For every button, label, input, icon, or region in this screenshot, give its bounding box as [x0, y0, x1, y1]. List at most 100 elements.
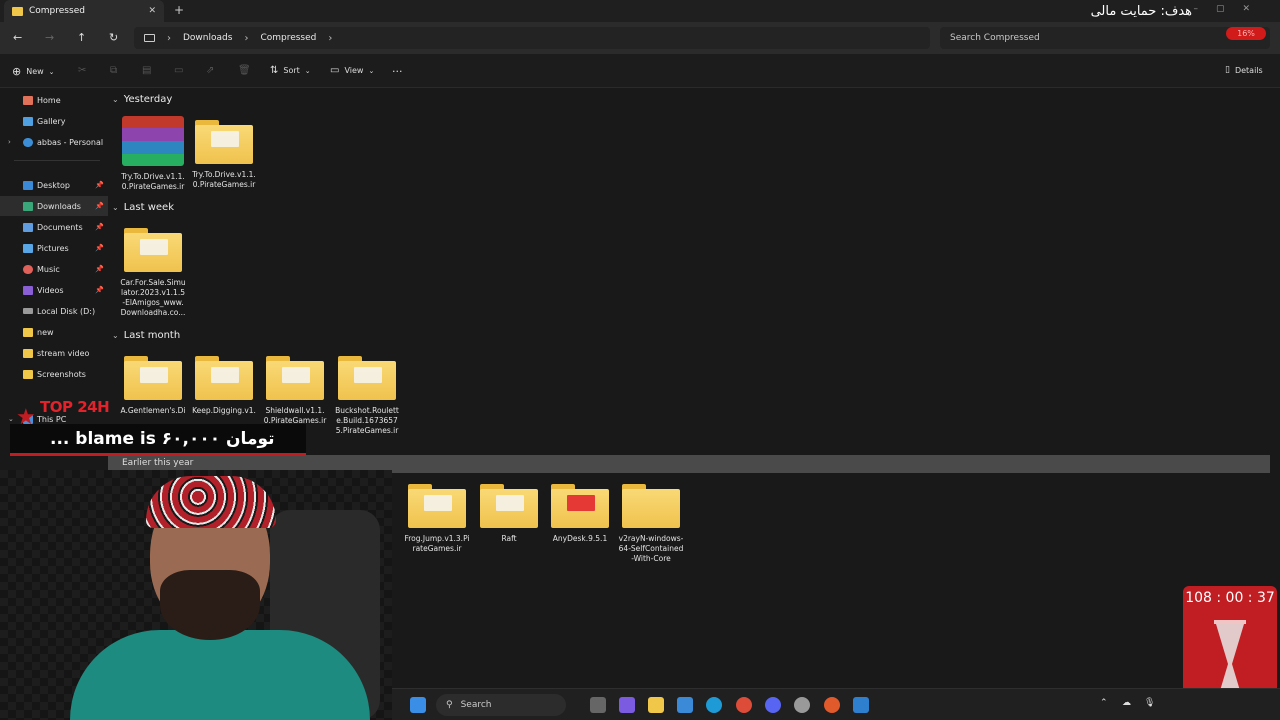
file-item[interactable]: Try.To.Drive.v1.1.0.PirateGames.ir	[120, 116, 186, 192]
up-arrow-icon[interactable]: ↑	[77, 31, 86, 44]
app-icon[interactable]	[824, 697, 840, 713]
edge-icon[interactable]	[706, 697, 722, 713]
folder-item[interactable]: Car.For.Sale.Simulator.2023.v1.1.5-ElAmi…	[120, 228, 186, 318]
folder-item[interactable]: Frog.Jump.v1.3.PirateGames.ir	[404, 484, 470, 554]
sidebar-item-pictures[interactable]: Pictures 📌	[0, 238, 108, 258]
sort-button-label: Sort	[283, 66, 300, 75]
sidebar-item-videos[interactable]: Videos 📌	[0, 280, 108, 300]
discord-icon[interactable]	[765, 697, 781, 713]
more-options-button[interactable]: ···	[392, 65, 403, 78]
tab-title: Compressed	[29, 6, 85, 16]
drive-icon	[23, 308, 33, 314]
gallery-icon	[23, 116, 33, 126]
sidebar-item-music[interactable]: Music 📌	[0, 259, 108, 279]
chevron-right-icon[interactable]: ›	[8, 138, 11, 146]
steam-icon[interactable]	[794, 697, 810, 713]
breadcrumb-compressed[interactable]: Compressed	[260, 33, 316, 43]
cloud-icon	[23, 137, 33, 147]
share-icon[interactable]: ⇗	[206, 65, 214, 76]
details-button-label: Details	[1234, 65, 1263, 75]
refresh-icon[interactable]: ↻	[109, 31, 118, 44]
folder-name: v2rayN-windows-64-SelfContained-With-Cor…	[618, 534, 684, 563]
folder-item[interactable]: A.Gentlemen's.Di	[120, 356, 186, 416]
window-controls[interactable]: –▢✕	[1193, 4, 1268, 14]
details-button[interactable]: ▯ Details	[1225, 65, 1263, 75]
chrome-icon[interactable]	[736, 697, 752, 713]
back-arrow-icon[interactable]: ←	[13, 31, 22, 44]
title-bar: Compressed ✕ + هدف: حمایت مالی –▢✕	[0, 0, 1280, 22]
folder-item[interactable]: Keep.Digging.v1.	[191, 356, 257, 416]
sidebar-item-label: Documents	[37, 222, 83, 232]
desktop-icon	[23, 180, 33, 190]
sidebar-item-screenshots[interactable]: Screenshots	[0, 364, 108, 384]
store-icon[interactable]	[677, 697, 693, 713]
breadcrumb-downloads[interactable]: Downloads	[183, 33, 232, 43]
copy-icon[interactable]: ⧉	[110, 65, 117, 76]
sidebar-item-label: Gallery	[37, 116, 66, 126]
sidebar-item-documents[interactable]: Documents 📌	[0, 217, 108, 237]
search-input[interactable]: Search Compressed	[940, 27, 1270, 49]
chevron-down-icon: ⌄	[112, 95, 119, 104]
folder-item[interactable]: v2rayN-windows-64-SelfContained-With-Cor…	[618, 484, 684, 564]
sidebar-item-desktop[interactable]: Desktop 📌	[0, 175, 108, 195]
forward-arrow-icon[interactable]: →	[45, 31, 54, 44]
chevron-up-icon[interactable]: ⌃	[1100, 698, 1108, 708]
folder-item[interactable]: Shieldwall.v1.1.0.PirateGames.ir	[262, 356, 328, 426]
monitor-icon	[144, 34, 155, 42]
folder-icon	[195, 356, 253, 400]
onedrive-icon[interactable]: ☁	[1122, 698, 1131, 708]
sidebar-item-label: new	[37, 327, 54, 337]
rename-icon[interactable]: ▭	[174, 65, 183, 76]
paste-icon[interactable]: ▤	[142, 65, 151, 76]
sidebar-item-label: stream video	[37, 348, 90, 358]
copilot-icon[interactable]	[619, 697, 635, 713]
winrar-archive-icon	[122, 116, 184, 166]
delete-icon[interactable]: 🗑	[238, 65, 251, 76]
sidebar-item-downloads[interactable]: Downloads 📌	[0, 196, 108, 216]
task-view-icon[interactable]	[590, 697, 606, 713]
folder-item[interactable]: Raft	[476, 484, 542, 544]
folder-icon	[195, 120, 253, 164]
streamer-bandana	[146, 476, 276, 528]
microphone-icon[interactable]: 🎙	[1144, 698, 1155, 708]
new-button[interactable]: ⊕ New ⌄	[12, 65, 55, 78]
group-title: Earlier this year	[122, 458, 194, 468]
group-title: Last month	[123, 330, 181, 341]
new-tab-button[interactable]: +	[174, 3, 184, 17]
app-icon[interactable]	[853, 697, 869, 713]
folder-icon	[408, 484, 466, 528]
chevron-down-icon: ⌄	[368, 66, 375, 75]
sidebar-item-local-disk[interactable]: Local Disk (D:)	[0, 301, 108, 321]
sidebar-item-stream-video[interactable]: stream video	[0, 343, 108, 363]
sidebar-item-home[interactable]: Home	[0, 90, 108, 110]
taskbar-search[interactable]: ⚲ Search	[436, 694, 566, 716]
sidebar-item-label: Screenshots	[37, 369, 86, 379]
cut-icon[interactable]: ✂	[78, 65, 86, 76]
folder-name: Buckshot.Roulette.Build.16736575.PirateG…	[335, 406, 399, 435]
file-explorer-icon[interactable]	[648, 697, 664, 713]
group-header-yesterday[interactable]: ⌄ Yesterday	[112, 94, 172, 105]
sidebar-item-new[interactable]: new	[0, 322, 108, 342]
folder-item[interactable]: Try.To.Drive.v1.1.0.PirateGames.ir	[191, 120, 257, 190]
start-icon[interactable]	[410, 697, 426, 713]
group-header-last-week[interactable]: ⌄ Last week	[112, 202, 174, 213]
address-bar[interactable]: › Downloads › Compressed ›	[134, 27, 930, 49]
folder-name: Shieldwall.v1.1.0.PirateGames.ir	[263, 406, 327, 425]
tab-compressed[interactable]: Compressed ✕	[4, 0, 164, 22]
pin-icon: 📌	[95, 286, 104, 294]
close-tab-icon[interactable]: ✕	[148, 6, 156, 16]
group-header-last-month[interactable]: ⌄ Last month	[112, 330, 180, 341]
chevron-down-icon[interactable]: ⌄	[8, 415, 14, 423]
plus-icon: ⊕	[12, 65, 22, 78]
goal-overlay-text: هدف: حمایت مالی	[1090, 4, 1192, 19]
folder-item[interactable]: Buckshot.Roulette.Build.16736575.PirateG…	[334, 356, 400, 436]
chevron-right-icon: ›	[328, 32, 333, 44]
group-title: Last week	[123, 202, 174, 213]
sort-button[interactable]: ⇅ Sort ⌄	[270, 65, 311, 76]
folder-item[interactable]: AnyDesk.9.5.1	[547, 484, 613, 544]
sidebar-item-onedrive[interactable]: › abbas - Personal	[0, 132, 108, 152]
sidebar-item-gallery[interactable]: Gallery	[0, 111, 108, 131]
view-button[interactable]: ▭ View ⌄	[330, 65, 374, 76]
details-pane-icon: ▯	[1225, 65, 1230, 75]
folder-icon	[23, 369, 33, 379]
